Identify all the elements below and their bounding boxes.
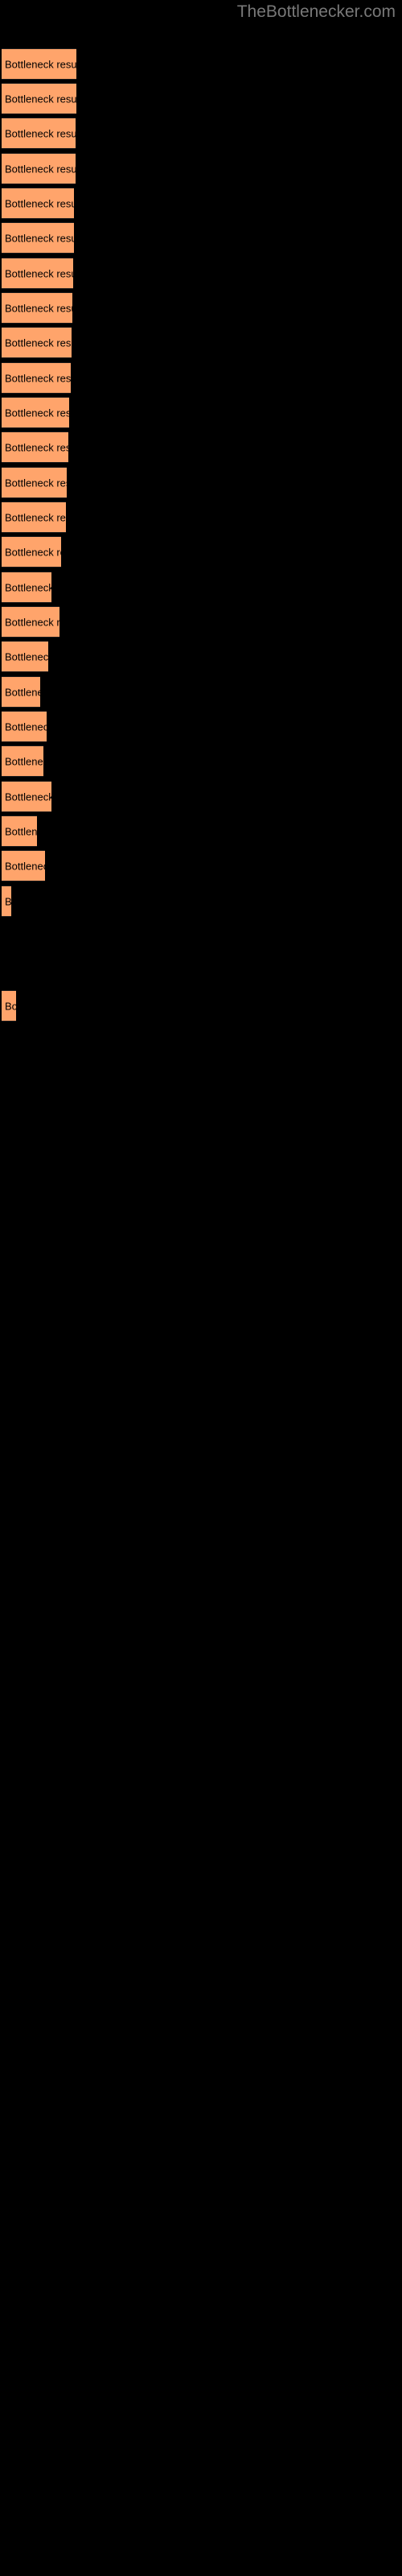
bar[interactable]: Bottleneck result [2, 292, 72, 324]
bar[interactable]: Bottleneck result [2, 467, 67, 498]
bar[interactable]: Bottleneck result [2, 188, 74, 219]
bar-row: Bottleneck result [0, 292, 402, 324]
bar-label: Bottleneck result [5, 860, 45, 872]
bar-label: Bottleneck result [5, 163, 76, 175]
bar[interactable]: Bottleneck result [2, 362, 71, 394]
bar-label: Bottleneck result [5, 581, 51, 593]
bar-row: Bottleneck result [0, 222, 402, 254]
bar[interactable]: Bottleneck result [2, 745, 43, 777]
bar-row: Bottleneck result [0, 850, 402, 881]
bar-row: Bottleneck result [0, 258, 402, 289]
bar[interactable]: Bottleneck result [2, 502, 66, 533]
bar[interactable]: Bottleneck result [2, 327, 72, 358]
bar-row: Bottleneck result [0, 745, 402, 777]
bar-label: Bottleneck result [5, 58, 76, 70]
bar-label: Bottleneck result [5, 650, 48, 663]
bar-row: Bottleneck result [0, 711, 402, 742]
bar-label: Bottleneck result [5, 616, 59, 628]
bar[interactable]: Bottleneck result [2, 397, 69, 428]
bar-label: Bottleneck result [5, 477, 67, 489]
bar[interactable]: Bottleneck result [2, 641, 48, 672]
bar-label: Bottleneck result [5, 407, 69, 419]
bar-row: Bottleneck result [0, 641, 402, 672]
bar-label: Bottleneck result [5, 267, 73, 279]
bar-label: Bottleneck result [5, 1000, 16, 1012]
bar[interactable]: Bottleneck result [2, 48, 76, 80]
bar-label: Bottleneck result [5, 232, 74, 244]
bar[interactable]: Bottleneck result [2, 850, 45, 881]
bar-row [0, 920, 402, 952]
bar-row: Bottleneck result [0, 536, 402, 568]
bar-label: Bottleneck result [5, 302, 72, 314]
bar[interactable]: Bottleneck result [2, 572, 51, 603]
bar[interactable]: Bottleneck result [2, 781, 51, 812]
bar[interactable]: Bottleneck result [2, 83, 76, 114]
bar[interactable]: Bottleneck result [2, 153, 76, 184]
bar[interactable]: Bottleneck result [2, 606, 59, 638]
bar[interactable]: Bottleneck result [2, 431, 68, 463]
bar-row: Bottleneck result [0, 431, 402, 463]
bar-row: Bottleneck result [0, 397, 402, 428]
bar[interactable]: Bottleneck result [2, 118, 76, 149]
bar-label: Bottleneck result [5, 511, 66, 523]
bar-label: Bottleneck result [5, 686, 40, 698]
bar-label: Bottleneck result [5, 720, 47, 733]
bar-row: Bottleneck result [0, 362, 402, 394]
bar-row: Bottleneck result [0, 886, 402, 917]
bar-label: Bottleneck result [5, 546, 61, 558]
bar-label: Bottleneck result [5, 127, 76, 139]
bar-row: Bottleneck result [0, 990, 402, 1022]
bar[interactable]: Bottleneck result [2, 676, 40, 708]
bar-label: Bottleneck result [5, 825, 37, 837]
bar-row: Bottleneck result [0, 188, 402, 219]
bar-label: Bottleneck result [5, 791, 51, 803]
bar-row: Bottleneck result [0, 781, 402, 812]
bar[interactable]: Bottleneck result [2, 886, 11, 917]
bar-label: Bottleneck result [5, 336, 72, 349]
bar-row: Bottleneck result [0, 327, 402, 358]
bar-row: Bottleneck result [0, 502, 402, 533]
bar-label: Bottleneck result [5, 895, 11, 907]
bar[interactable]: Bottleneck result [2, 222, 74, 254]
bar-label: Bottleneck result [5, 441, 68, 453]
bar-row: Bottleneck result [0, 815, 402, 847]
bar[interactable]: Bottleneck result [2, 536, 61, 568]
bar[interactable]: Bottleneck result [2, 258, 73, 289]
bar-row: Bottleneck result [0, 118, 402, 149]
bar[interactable]: Bottleneck result [2, 990, 16, 1022]
bar-row: Bottleneck result [0, 606, 402, 638]
bar[interactable]: Bottleneck result [2, 815, 37, 847]
bar-row: Bottleneck result [0, 153, 402, 184]
bottleneck-bar-chart: Bottleneck result Bottleneck result Bottle… [0, 0, 402, 2576]
bar-row: Bottleneck result [0, 676, 402, 708]
bar-label: Bottleneck result [5, 197, 74, 209]
bar-row: Bottleneck result [0, 467, 402, 498]
bar-label: Bottleneck result [5, 372, 71, 384]
bar-row: Bottleneck result [0, 572, 402, 603]
bar[interactable]: Bottleneck result [2, 711, 47, 742]
bar-row: Bottleneck result [0, 48, 402, 80]
bar-row [0, 955, 402, 986]
bar-row: Bottleneck result [0, 83, 402, 114]
bar-label: Bottleneck result [5, 93, 76, 105]
bar-label: Bottleneck result [5, 755, 43, 767]
